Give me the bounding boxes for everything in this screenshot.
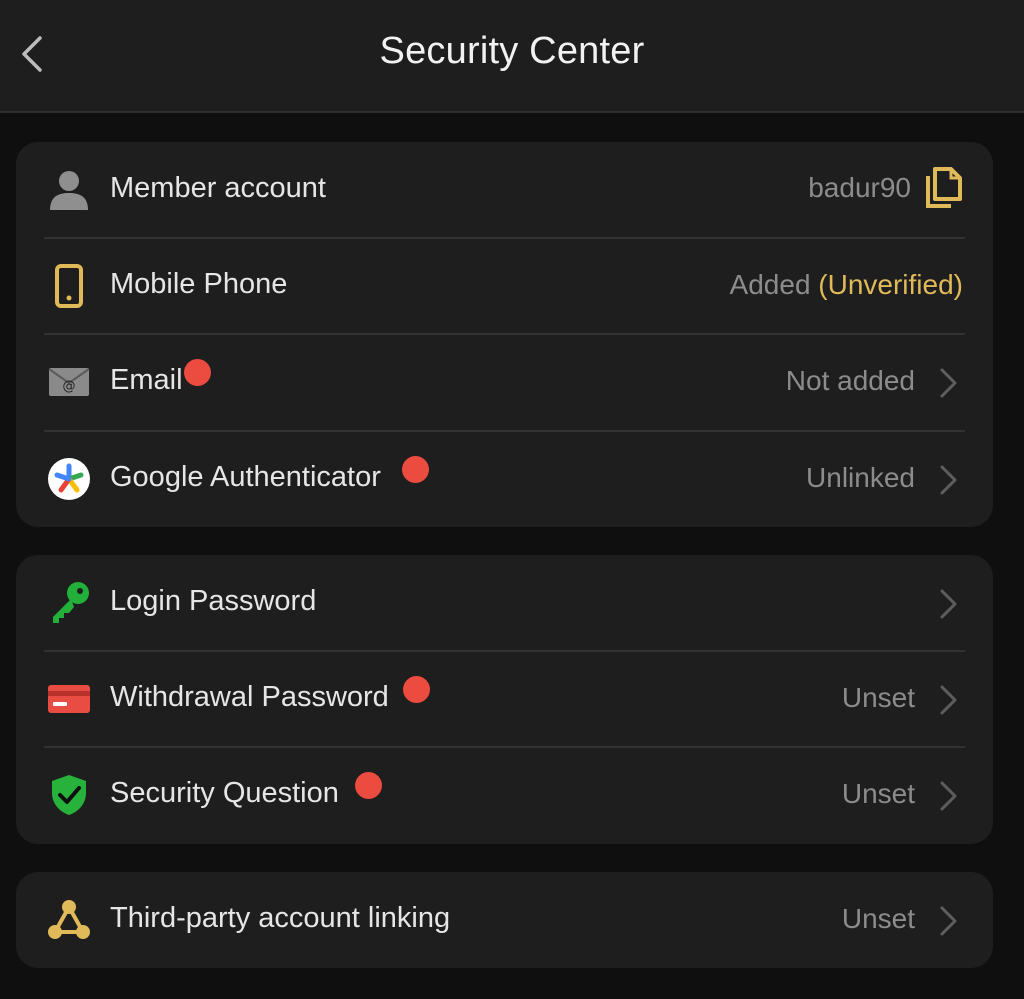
password-card: Login Password Withdrawal Password Unset (16, 555, 993, 844)
withdrawal-password-row[interactable]: Withdrawal Password Unset (16, 651, 993, 747)
phone-status: Added (729, 269, 811, 300)
notification-dot (184, 359, 211, 386)
chevron-right-icon (940, 685, 957, 715)
third-party-linking-row[interactable]: Third-party account linking Unset (16, 872, 993, 968)
chevron-right-icon (940, 906, 957, 936)
credit-card-icon (46, 676, 92, 722)
shield-check-icon (46, 772, 92, 818)
third-party-linking-value: Unset (841, 903, 915, 934)
notification-dot (403, 676, 430, 703)
security-question-label: Security Question (110, 777, 339, 809)
withdrawal-password-label: Withdrawal Password (110, 681, 389, 713)
google-authenticator-value: Unlinked (806, 462, 915, 493)
chevron-right-icon (940, 465, 957, 495)
security-question-row[interactable]: Security Question Unset (16, 747, 993, 843)
chevron-right-icon (940, 589, 957, 619)
member-account-value: badur90 (808, 172, 911, 203)
login-password-label: Login Password (110, 585, 317, 617)
login-password-row[interactable]: Login Password (16, 555, 993, 651)
email-label: Email (110, 364, 183, 396)
notification-dot (355, 772, 382, 799)
third-party-linking-label: Third-party account linking (110, 902, 451, 934)
member-account-row: Member account badur90 (16, 142, 993, 238)
notification-dot (402, 456, 429, 483)
linking-card: Third-party account linking Unset (16, 872, 993, 968)
google-authenticator-icon (46, 456, 92, 502)
mobile-phone-label: Mobile Phone (110, 268, 288, 300)
link-nodes-icon (46, 897, 92, 943)
google-authenticator-row[interactable]: Google Authenticator Unlinked (16, 431, 993, 527)
person-icon (46, 167, 92, 213)
account-info-card: Member account badur90 Mobile Phone Adde… (16, 142, 993, 527)
withdrawal-password-value: Unset (841, 682, 915, 713)
page-title: Security Center (379, 30, 645, 72)
phone-icon (46, 263, 92, 309)
svg-text:@: @ (63, 379, 76, 394)
mobile-phone-value: Added (Unverified) (730, 269, 963, 301)
top-bar: Security Center (0, 0, 1024, 113)
key-icon (46, 580, 92, 626)
email-row[interactable]: @ Email Not added (16, 334, 993, 430)
chevron-right-icon (940, 781, 957, 811)
email-value: Not added (785, 365, 915, 396)
member-account-label: Member account (110, 172, 326, 204)
unverified-badge: (Unverified) (818, 269, 963, 300)
chevron-right-icon (940, 368, 957, 398)
envelope-icon: @ (46, 359, 92, 405)
copy-icon[interactable] (925, 166, 963, 208)
google-authenticator-label: Google Authenticator (110, 461, 381, 493)
mobile-phone-row[interactable]: Mobile Phone Added (Unverified) (16, 238, 993, 334)
security-question-value: Unset (841, 778, 915, 809)
